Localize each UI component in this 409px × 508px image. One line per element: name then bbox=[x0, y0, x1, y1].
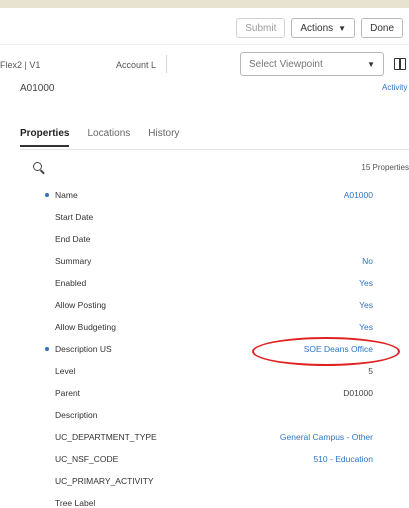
property-label: Description US bbox=[55, 344, 112, 354]
property-label: Allow Budgeting bbox=[55, 322, 116, 332]
actions-button[interactable]: Actions ▼ bbox=[291, 18, 356, 38]
property-label: Summary bbox=[55, 256, 92, 266]
required-dot-icon bbox=[45, 347, 49, 351]
property-label: Start Date bbox=[55, 212, 94, 222]
property-label: Name bbox=[55, 190, 78, 200]
property-label: Enabled bbox=[55, 278, 87, 288]
property-value: 5 bbox=[368, 366, 373, 376]
search-icon[interactable] bbox=[33, 162, 42, 171]
chevron-down-icon: ▼ bbox=[338, 23, 347, 33]
property-label: Tree Label bbox=[55, 498, 96, 508]
done-button[interactable]: Done bbox=[361, 18, 403, 38]
property-row[interactable]: Enabled Yes bbox=[20, 272, 409, 294]
property-label: UC_DEPARTMENT_TYPE bbox=[55, 432, 157, 442]
property-row[interactable]: UC_NSF_CODE 510 - Education bbox=[20, 448, 409, 470]
actions-label: Actions bbox=[300, 22, 334, 34]
property-label: Allow Posting bbox=[55, 300, 107, 310]
property-value: D01000 bbox=[343, 388, 373, 398]
tab-bar: Properties Locations History bbox=[20, 128, 197, 147]
property-value[interactable]: A01000 bbox=[344, 190, 373, 200]
tab-properties[interactable]: Properties bbox=[20, 128, 70, 147]
toolbar: Submit Actions ▼ Done bbox=[236, 18, 403, 38]
property-row[interactable]: Description bbox=[20, 404, 409, 426]
done-label: Done bbox=[370, 22, 394, 34]
property-value[interactable]: Yes bbox=[359, 278, 373, 288]
tab-locations[interactable]: Locations bbox=[87, 128, 130, 147]
divider bbox=[166, 55, 167, 73]
property-label: Parent bbox=[55, 388, 81, 398]
property-row[interactable]: End Date bbox=[20, 228, 409, 250]
property-label: UC_NSF_CODE bbox=[55, 454, 119, 464]
property-value[interactable]: No bbox=[362, 256, 373, 266]
property-row[interactable]: Parent D01000 bbox=[20, 382, 409, 404]
breadcrumb[interactable]: Flex2 | V1 bbox=[0, 60, 40, 70]
property-label: Level bbox=[55, 366, 76, 376]
property-value[interactable]: General Campus - Other bbox=[280, 432, 373, 442]
property-row[interactable]: Allow Posting Yes bbox=[20, 294, 409, 316]
submit-label: Submit bbox=[245, 22, 277, 34]
property-row[interactable]: Tree Label bbox=[20, 492, 409, 508]
properties-count: 15 Properties bbox=[361, 163, 409, 172]
property-row[interactable]: Allow Budgeting Yes bbox=[20, 316, 409, 338]
node-name: A01000 bbox=[20, 83, 55, 94]
property-row[interactable]: Start Date bbox=[20, 206, 409, 228]
property-row[interactable]: Summary No bbox=[20, 250, 409, 272]
property-label: UC_PRIMARY_ACTIVITY bbox=[55, 476, 154, 486]
property-row[interactable]: UC_PRIMARY_ACTIVITY bbox=[20, 470, 409, 492]
annotation-circle bbox=[252, 337, 400, 366]
divider bbox=[20, 149, 409, 150]
required-dot-icon bbox=[45, 193, 49, 197]
property-value[interactable]: 510 - Education bbox=[313, 454, 373, 464]
viewpoint-placeholder: Select Viewpoint bbox=[249, 58, 323, 70]
search-row: 15 Properties bbox=[20, 161, 409, 177]
columns-icon[interactable] bbox=[394, 58, 406, 70]
property-label: End Date bbox=[55, 234, 91, 244]
viewpoint-select[interactable]: Select Viewpoint ▼ bbox=[240, 52, 384, 76]
property-label: Description bbox=[55, 410, 98, 420]
property-panel: Submit Actions ▼ Done Flex2 | V1 Account … bbox=[0, 8, 409, 508]
property-row[interactable]: Name A01000 bbox=[20, 184, 409, 206]
tab-history[interactable]: History bbox=[148, 128, 179, 147]
account-tab[interactable]: Account L bbox=[116, 60, 156, 70]
property-value[interactable]: Yes bbox=[359, 322, 373, 332]
chevron-down-icon: ▼ bbox=[367, 59, 375, 69]
submit-button[interactable]: Submit bbox=[236, 18, 286, 38]
property-value[interactable]: Yes bbox=[359, 300, 373, 310]
property-row[interactable]: UC_DEPARTMENT_TYPE General Campus - Other bbox=[20, 426, 409, 448]
activity-link[interactable]: Activity bbox=[382, 83, 407, 92]
divider bbox=[0, 44, 409, 45]
